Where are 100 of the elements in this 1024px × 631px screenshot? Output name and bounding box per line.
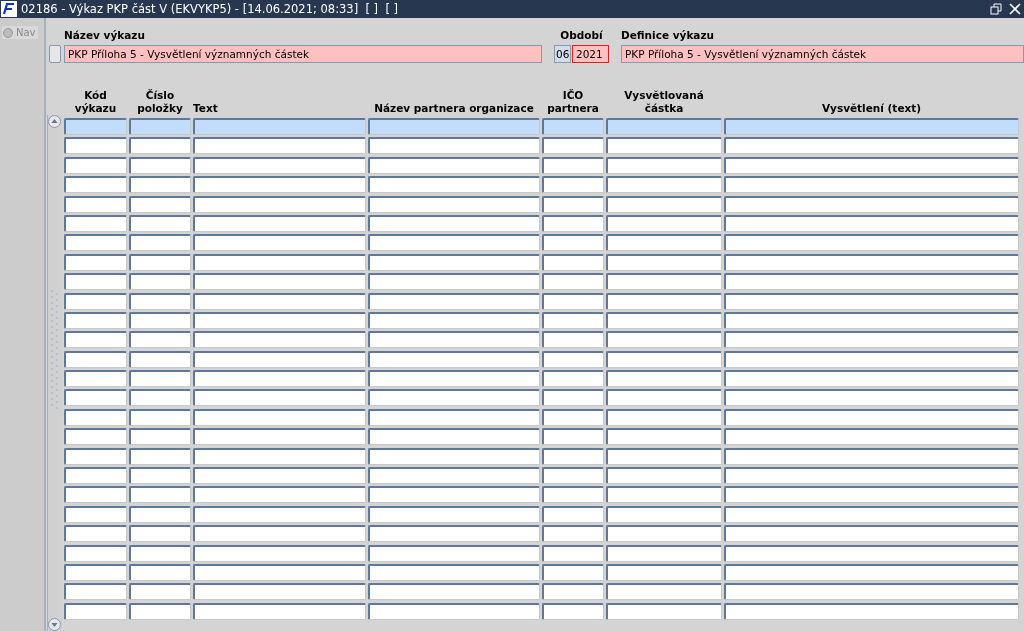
table-cell[interactable] — [542, 176, 604, 194]
table-cell[interactable] — [129, 389, 191, 407]
table-cell[interactable] — [542, 331, 604, 349]
table-cell[interactable] — [64, 311, 127, 329]
table-cell[interactable] — [724, 408, 1019, 426]
table-cell[interactable] — [193, 156, 366, 174]
table-cell[interactable] — [193, 273, 366, 291]
table-cell[interactable] — [542, 118, 604, 135]
table-cell[interactable] — [64, 370, 127, 388]
table-cell[interactable] — [606, 408, 722, 426]
table-cell[interactable] — [368, 389, 540, 407]
input-field[interactable]: PKP Příloha 5 - Vysvětlení významných částek — [64, 45, 542, 63]
table-cell[interactable] — [193, 331, 366, 349]
table-cell[interactable] — [64, 292, 127, 310]
table-cell[interactable] — [193, 350, 366, 368]
table-cell[interactable] — [606, 214, 722, 232]
table-cell[interactable] — [724, 370, 1019, 388]
table-cell[interactable] — [606, 505, 722, 523]
table-cell[interactable] — [542, 602, 604, 620]
table-cell[interactable] — [64, 273, 127, 291]
table-cell[interactable] — [129, 331, 191, 349]
table-cell[interactable] — [129, 118, 191, 135]
table-cell[interactable] — [542, 370, 604, 388]
table-cell[interactable] — [193, 311, 366, 329]
table-cell[interactable] — [368, 583, 540, 601]
table-cell[interactable] — [606, 486, 722, 504]
table-cell[interactable] — [64, 234, 127, 252]
table-cell[interactable] — [193, 389, 366, 407]
table-cell[interactable] — [64, 564, 127, 581]
table-cell[interactable] — [64, 389, 127, 407]
table-cell[interactable] — [129, 428, 191, 446]
close-icon[interactable] — [1009, 3, 1021, 15]
table-cell[interactable] — [542, 292, 604, 310]
table-cell[interactable] — [64, 176, 127, 194]
table-cell[interactable] — [724, 156, 1019, 174]
table-cell[interactable] — [368, 195, 540, 213]
table-cell[interactable] — [64, 195, 127, 213]
table-cell[interactable] — [368, 234, 540, 252]
table-cell[interactable] — [724, 292, 1019, 310]
table-cell[interactable] — [368, 350, 540, 368]
table-cell[interactable] — [368, 118, 540, 135]
input-field[interactable]: 06 — [554, 45, 571, 63]
table-cell[interactable] — [368, 292, 540, 310]
table-cell[interactable] — [64, 505, 127, 523]
table-cell[interactable] — [129, 370, 191, 388]
table-cell[interactable] — [368, 214, 540, 232]
table-cell[interactable] — [606, 428, 722, 446]
table-cell[interactable] — [193, 370, 366, 388]
table-cell[interactable] — [724, 602, 1019, 620]
grip-icon[interactable] — [50, 290, 60, 410]
table-cell[interactable] — [193, 234, 366, 252]
table-cell[interactable] — [129, 447, 191, 465]
table-cell[interactable] — [368, 544, 540, 562]
table-cell[interactable] — [724, 234, 1019, 252]
table-cell[interactable] — [193, 195, 366, 213]
record-indicator[interactable] — [49, 45, 61, 63]
scrollbar[interactable] — [47, 115, 62, 631]
table-cell[interactable] — [542, 214, 604, 232]
table-cell[interactable] — [193, 583, 366, 601]
table-cell[interactable] — [64, 118, 127, 135]
table-cell[interactable] — [542, 311, 604, 329]
table-cell[interactable] — [542, 505, 604, 523]
table-cell[interactable] — [64, 544, 127, 562]
table-cell[interactable] — [542, 137, 604, 155]
table-cell[interactable] — [193, 602, 366, 620]
restore-icon[interactable] — [990, 3, 1002, 15]
table-cell[interactable] — [724, 273, 1019, 291]
table-cell[interactable] — [606, 564, 722, 581]
table-cell[interactable] — [542, 447, 604, 465]
table-cell[interactable] — [368, 331, 540, 349]
table-cell[interactable] — [606, 253, 722, 271]
table-cell[interactable] — [724, 447, 1019, 465]
table-cell[interactable] — [64, 350, 127, 368]
table-cell[interactable] — [542, 486, 604, 504]
table-cell[interactable] — [129, 156, 191, 174]
table-cell[interactable] — [724, 176, 1019, 194]
table-cell[interactable] — [64, 331, 127, 349]
table-cell[interactable] — [64, 408, 127, 426]
table-cell[interactable] — [64, 214, 127, 232]
table-cell[interactable] — [193, 428, 366, 446]
table-cell[interactable] — [368, 467, 540, 485]
table-cell[interactable] — [129, 311, 191, 329]
table-cell[interactable] — [368, 370, 540, 388]
table-cell[interactable] — [606, 292, 722, 310]
table-cell[interactable] — [724, 428, 1019, 446]
table-cell[interactable] — [368, 273, 540, 291]
table-cell[interactable] — [542, 525, 604, 543]
table-cell[interactable] — [606, 467, 722, 485]
table-cell[interactable] — [129, 234, 191, 252]
table-cell[interactable] — [606, 525, 722, 543]
input-field[interactable]: 2021 — [572, 45, 609, 63]
table-cell[interactable] — [542, 564, 604, 581]
table-cell[interactable] — [368, 311, 540, 329]
table-cell[interactable] — [193, 544, 366, 562]
table-cell[interactable] — [368, 176, 540, 194]
table-cell[interactable] — [64, 486, 127, 504]
table-cell[interactable] — [64, 137, 127, 155]
table-cell[interactable] — [129, 564, 191, 581]
table-cell[interactable] — [542, 408, 604, 426]
table-cell[interactable] — [129, 544, 191, 562]
